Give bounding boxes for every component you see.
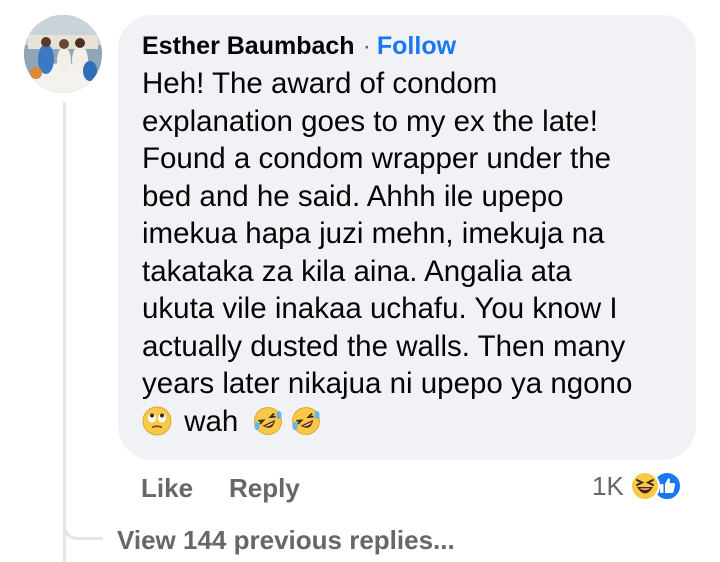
comment-line: ukuta vile inakaa uchafu. You know I [142,292,618,325]
thread-line [63,102,66,562]
rolling-on-floor-laughing-icon [291,406,321,446]
view-previous-replies-link[interactable]: View 144 previous replies... [117,525,455,556]
comment-line: years later nikajua ni upepo ya ngono [142,367,633,400]
comment-actions: Like Reply [141,473,336,504]
comment-header: Esther Baumbach · Follow [142,31,674,61]
comment-line: Found a condom wrapper under the [142,142,612,175]
reaction-summary[interactable]: 1K [592,470,682,502]
reply-button[interactable]: Reply [229,473,300,503]
laughing-reaction-icon [629,471,660,501]
comment-text: Heh! The award of condom explanation goe… [142,65,674,445]
avatar[interactable] [24,15,102,93]
comment-line: takataka za kila aina. Angalia ata [142,254,572,288]
comment-line: explanation goes to my ex the late! [142,104,598,138]
comment-bubble: Esther Baumbach · Follow Heh! The award of… [118,15,696,460]
separator-dot: · [362,32,371,60]
avatar-photo [24,15,102,93]
reply-connector-line [63,508,103,540]
like-button[interactable]: Like [141,473,193,503]
follow-button[interactable]: Follow [377,32,456,60]
author-name[interactable]: Esther Baumbach [142,32,355,60]
comment-line: imekua hapa juzi mehn, imekuja na [142,217,605,250]
comment-last-line: wah [142,403,674,446]
comment-line: bed and he said. Ahhh ile upepo [142,179,564,213]
reaction-count: 1K [592,470,624,501]
rolling-on-floor-laughing-icon [253,406,283,446]
comment-last-text: wah [184,404,239,438]
comment-line: actually dusted the walls. Then many [142,329,626,363]
comment-line: Heh! The award of condom [142,67,498,100]
face-with-rolling-eyes-icon [142,406,172,446]
